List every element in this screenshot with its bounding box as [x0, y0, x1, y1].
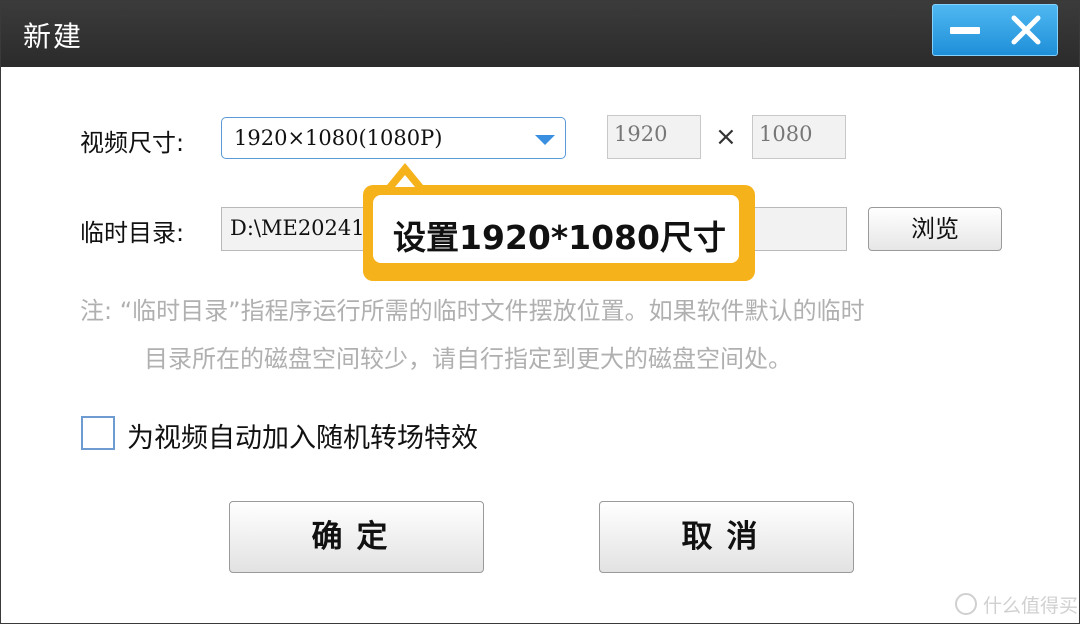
- minimize-button[interactable]: [933, 5, 995, 55]
- note-line-2: 目录所在的磁盘空间较少，请自行指定到更大的磁盘空间处。: [144, 345, 792, 373]
- close-icon: [1011, 15, 1041, 45]
- temp-dir-value: D:\ME20241: [230, 216, 365, 240]
- chevron-down-icon[interactable]: [535, 135, 555, 145]
- transition-checkbox-label[interactable]: 为视频自动加入随机转场特效: [127, 416, 478, 455]
- temp-dir-label: 临时目录:: [80, 219, 185, 247]
- window-controls: [932, 4, 1058, 56]
- transition-checkbox[interactable]: [81, 416, 115, 450]
- video-size-label: 视频尺寸:: [80, 129, 185, 157]
- video-size-select[interactable]: 1920×1080(1080P): [221, 117, 566, 159]
- height-field[interactable]: 1080: [752, 115, 846, 159]
- title-bar[interactable]: 新建: [1, 1, 1079, 67]
- callout-pointer-inner: [395, 175, 415, 187]
- watermark: 什么值得买: [983, 595, 1079, 617]
- width-field[interactable]: 1920: [607, 115, 701, 159]
- video-size-value: 1920×1080(1080P): [234, 126, 443, 150]
- new-project-dialog: 新建 视频尺寸: 1920×1080(1080P) 1920 × 1080 临时…: [0, 0, 1080, 624]
- ok-button[interactable]: 确定: [229, 501, 484, 573]
- multiply-sign: ×: [715, 122, 737, 152]
- close-button[interactable]: [995, 5, 1057, 55]
- watermark-logo-icon: [955, 593, 977, 615]
- browse-button[interactable]: 浏览: [868, 207, 1002, 251]
- window-title: 新建: [23, 20, 84, 53]
- cancel-button[interactable]: 取消: [599, 501, 854, 573]
- minimize-icon: [950, 27, 980, 34]
- callout-text: 设置1920*1080尺寸: [393, 218, 726, 257]
- annotation-callout: 设置1920*1080尺寸: [363, 163, 755, 281]
- note-line-1: 注: “临时目录”指程序运行所需的临时文件摆放位置。如果软件默认的临时: [80, 297, 865, 325]
